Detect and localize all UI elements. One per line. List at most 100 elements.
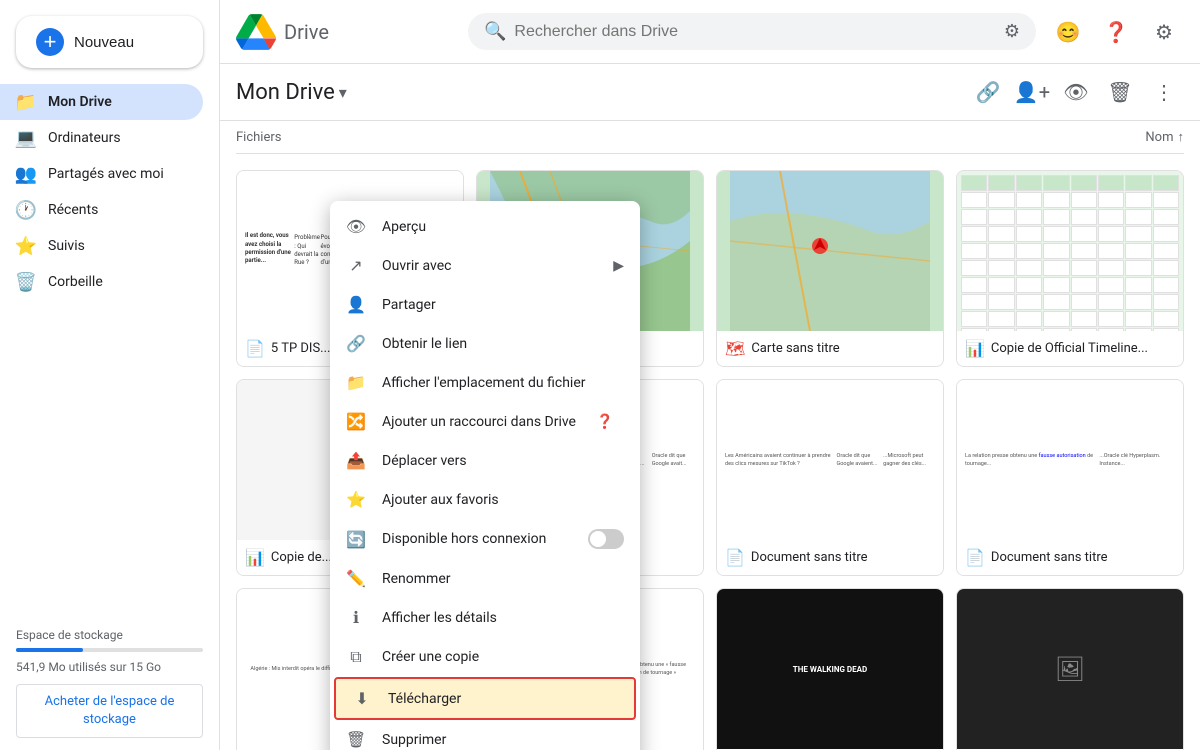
sidebar-label-suivis: Suivis xyxy=(48,238,85,254)
sidebar-item-corbeille[interactable]: 🗑️ Corbeille xyxy=(0,264,203,300)
storage-upgrade-button[interactable]: Acheter de l'espace de stockage xyxy=(16,684,203,738)
menu-icon-renommer: ✏️ xyxy=(346,569,366,588)
sidebar-icon-mon-drive: 📁 xyxy=(16,92,36,112)
menu-item-ajouter-raccourci[interactable]: 🔀 Ajouter un raccourci dans Drive ❓ xyxy=(330,402,640,441)
more-action-btn[interactable]: ⋮ xyxy=(1144,72,1184,112)
menu-label-ouvrir-avec: Ouvrir avec xyxy=(382,258,451,274)
menu-icon-apercu: 👁 xyxy=(346,217,366,236)
menu-item-afficher-emplacement[interactable]: 📁 Afficher l'emplacement du fichier xyxy=(330,363,640,402)
storage-bar-bg xyxy=(16,648,203,652)
menu-label-favoris: Ajouter aux favoris xyxy=(382,492,499,508)
menu-item-obtenir-lien[interactable]: 🔗 Obtenir le lien xyxy=(330,324,640,363)
menu-icon-afficher-details: ℹ xyxy=(346,608,366,627)
sidebar-item-ordinateurs[interactable]: 💻 Ordinateurs xyxy=(0,120,203,156)
sidebar-label-corbeille: Corbeille xyxy=(48,274,103,290)
settings-icon-btn[interactable]: ⚙ xyxy=(1144,12,1184,52)
app-name: Drive xyxy=(284,20,329,44)
menu-label-partager: Partager xyxy=(382,297,436,313)
sidebar-label-recents: Récents xyxy=(48,202,98,218)
view-action-btn[interactable]: 👁 xyxy=(1056,72,1096,112)
content-header: Mon Drive ▾ 🔗 👤+ 👁 🗑 ⋮ xyxy=(220,64,1200,121)
share-action-btn[interactable]: 👤+ xyxy=(1012,72,1052,112)
new-plus-icon: + xyxy=(36,28,64,56)
files-area: Fichiers Nom ↑ Il est donc, vous avez ch… xyxy=(220,121,1200,750)
sidebar-icon-corbeille: 🗑️ xyxy=(16,272,36,292)
breadcrumb: Mon Drive ▾ xyxy=(236,80,347,105)
storage-label: Espace de stockage xyxy=(16,628,203,642)
menu-item-hors-connexion[interactable]: 🔄 Disponible hors connexion xyxy=(330,519,640,559)
menu-icon-ajouter-raccourci: 🔀 xyxy=(346,412,366,431)
menu-icon-supprimer: 🗑 xyxy=(346,730,366,749)
menu-item-apercu[interactable]: 👁 Aperçu xyxy=(330,207,640,246)
sidebar-label-partages: Partagés avec moi xyxy=(48,166,164,182)
menu-icon-obtenir-lien: 🔗 xyxy=(346,334,366,353)
help-icon-btn[interactable]: ❓ xyxy=(1096,12,1136,52)
menu-icon-telecharger: ⬇ xyxy=(352,689,372,708)
menu-label-hors-connexion: Disponible hors connexion xyxy=(382,531,546,547)
storage-section: Espace de stockage 541,9 Mo utilisés sur… xyxy=(0,616,219,750)
account-icon-btn[interactable]: 😊 xyxy=(1048,12,1088,52)
search-icon: 🔍 xyxy=(484,21,506,42)
menu-icon-afficher-emplacement: 📁 xyxy=(346,373,366,392)
link-action-btn[interactable]: 🔗 xyxy=(968,72,1008,112)
sidebar-label-ordinateurs: Ordinateurs xyxy=(48,130,121,146)
submenu-arrow: ▶ xyxy=(613,258,624,274)
menu-icon-favoris: ⭐ xyxy=(346,490,366,509)
menu-item-deplacer[interactable]: 📤 Déplacer vers xyxy=(330,441,640,480)
breadcrumb-title-text: Mon Drive xyxy=(236,80,335,105)
topbar-right: 😊 ❓ ⚙ xyxy=(1048,12,1184,52)
toggle-hors-connexion[interactable] xyxy=(588,529,624,549)
drive-logo-icon xyxy=(236,12,276,52)
sidebar-label-mon-drive: Mon Drive xyxy=(48,94,112,110)
sidebar-item-partages[interactable]: 👥 Partagés avec moi xyxy=(0,156,203,192)
menu-label-ajouter-raccourci: Ajouter un raccourci dans Drive xyxy=(382,414,576,430)
menu-item-ouvrir-avec[interactable]: ↗ Ouvrir avec ▶ xyxy=(330,246,640,285)
menu-icon-deplacer: 📤 xyxy=(346,451,366,470)
delete-action-btn[interactable]: 🗑 xyxy=(1100,72,1140,112)
menu-label-creer-copie: Créer une copie xyxy=(382,649,479,665)
menu-item-favoris[interactable]: ⭐ Ajouter aux favoris xyxy=(330,480,640,519)
new-button-label: Nouveau xyxy=(74,34,134,51)
logo-area: Drive xyxy=(236,12,456,52)
search-input[interactable] xyxy=(514,23,995,41)
menu-label-obtenir-lien: Obtenir le lien xyxy=(382,336,467,352)
topbar: Drive 🔍 ⚙ 😊 ❓ ⚙ xyxy=(220,0,1200,64)
help-icon: ❓ xyxy=(596,414,613,430)
menu-item-creer-copie[interactable]: ⧉ Créer une copie xyxy=(330,637,640,677)
context-menu: 👁 Aperçu ↗ Ouvrir avec ▶ 👤 Partager 🔗 Ob… xyxy=(330,201,640,750)
menu-icon-partager: 👤 xyxy=(346,295,366,314)
menu-icon-hors-connexion: 🔄 xyxy=(346,530,366,549)
storage-bar-fill xyxy=(16,648,83,652)
search-filter-icon[interactable]: ⚙ xyxy=(1004,21,1020,42)
menu-label-afficher-emplacement: Afficher l'emplacement du fichier xyxy=(382,375,586,391)
menu-label-afficher-details: Afficher les détails xyxy=(382,610,497,626)
sidebar-icon-suivis: ⭐ xyxy=(16,236,36,256)
storage-usage-text: 541,9 Mo utilisés sur 15 Go xyxy=(16,660,203,674)
sidebar-nav: 📁 Mon Drive💻 Ordinateurs👥 Partagés avec … xyxy=(0,84,219,300)
new-button[interactable]: + Nouveau xyxy=(16,16,203,68)
search-bar[interactable]: 🔍 ⚙ xyxy=(468,13,1036,50)
main-area: Drive 🔍 ⚙ 😊 ❓ ⚙ Mon Drive ▾ 🔗 👤+ 👁 🗑 ⋮ xyxy=(220,0,1200,750)
sidebar-item-suivis[interactable]: ⭐ Suivis xyxy=(0,228,203,264)
sidebar-item-mon-drive[interactable]: 📁 Mon Drive xyxy=(0,84,203,120)
menu-label-supprimer: Supprimer xyxy=(382,732,446,748)
action-icons: 🔗 👤+ 👁 🗑 ⋮ xyxy=(968,72,1184,112)
toggle-knob xyxy=(590,531,606,547)
sidebar-icon-ordinateurs: 💻 xyxy=(16,128,36,148)
sidebar-item-recents[interactable]: 🕐 Récents xyxy=(0,192,203,228)
menu-icon-ouvrir-avec: ↗ xyxy=(346,256,366,275)
menu-label-apercu: Aperçu xyxy=(382,219,426,235)
sidebar-icon-recents: 🕐 xyxy=(16,200,36,220)
menu-item-renommer[interactable]: ✏️ Renommer xyxy=(330,559,640,598)
menu-icon-creer-copie: ⧉ xyxy=(346,647,366,667)
menu-item-afficher-details[interactable]: ℹ Afficher les détails xyxy=(330,598,640,637)
menu-item-supprimer[interactable]: 🗑 Supprimer xyxy=(330,720,640,750)
sidebar: + Nouveau 📁 Mon Drive💻 Ordinateurs👥 Part… xyxy=(0,0,220,750)
menu-item-telecharger[interactable]: ⬇ Télécharger xyxy=(334,677,636,720)
menu-label-renommer: Renommer xyxy=(382,571,451,587)
sidebar-icon-partages: 👥 xyxy=(16,164,36,184)
menu-label-telecharger: Télécharger xyxy=(388,691,461,707)
breadcrumb-chevron-icon[interactable]: ▾ xyxy=(339,83,347,102)
menu-item-partager[interactable]: 👤 Partager xyxy=(330,285,640,324)
menu-label-deplacer: Déplacer vers xyxy=(382,453,467,469)
